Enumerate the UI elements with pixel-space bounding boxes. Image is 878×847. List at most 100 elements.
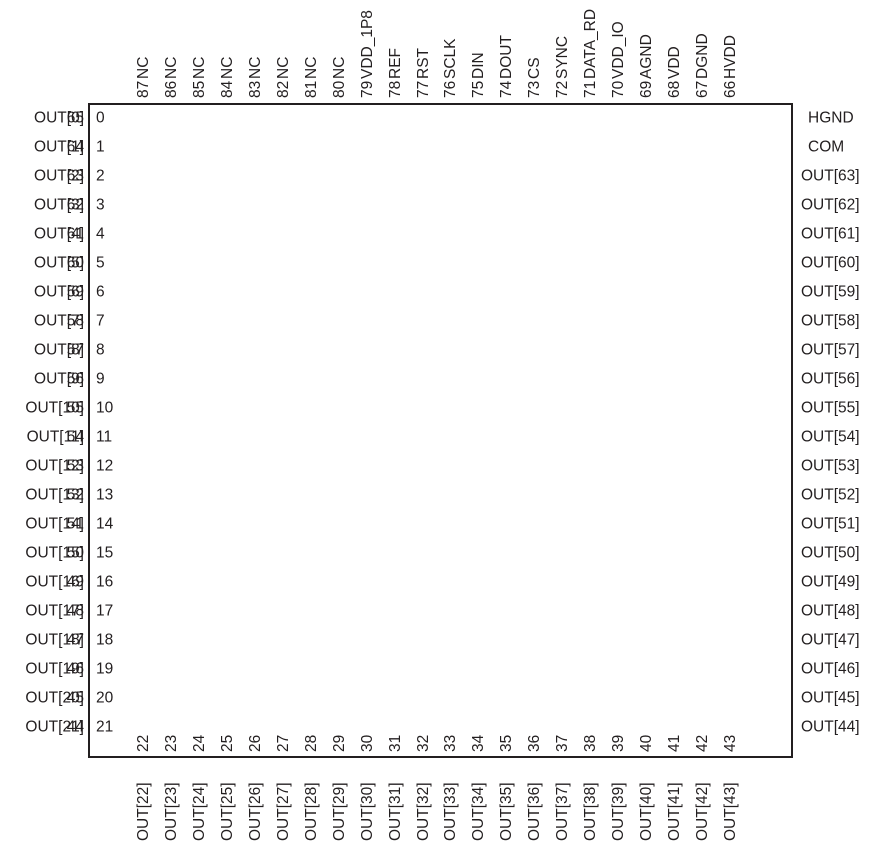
pin-number-top: 66: [721, 80, 739, 98]
pin-number-top: 76: [442, 80, 460, 98]
pin-name-top: NC: [218, 56, 236, 79]
pin-number-bottom: 24: [190, 734, 208, 752]
pin-number-left: 11: [96, 428, 113, 446]
pin-number-bottom: 27: [274, 734, 292, 752]
pin-number-left: 1: [96, 138, 105, 156]
pin-number-top: 86: [162, 80, 180, 98]
pin-number-top: 87: [135, 80, 152, 98]
pinout-diagram: OUT[0] 0 OUT[1] 1 OUT[2] 2 OUT[3] 3 OUT[4] 4 OUT[5…: [0, 0, 878, 847]
pin-name-top: CS: [526, 57, 544, 79]
pin-name-right: COM: [808, 138, 845, 156]
pin-number-bottom: 40: [638, 734, 656, 752]
pin-number-right: 59: [66, 283, 84, 301]
pin-name-right: OUT[61]: [801, 225, 860, 243]
pin-number-right: 56: [66, 370, 84, 388]
pin-number-left: 20: [96, 689, 114, 707]
pin-name-right: OUT[55]: [801, 399, 860, 417]
pin-number-left: 19: [96, 660, 114, 678]
pin-name-bottom: OUT[34]: [470, 782, 488, 841]
pin-number-right: 57: [66, 341, 84, 359]
pin-name-right: OUT[45]: [801, 689, 860, 707]
pin-number-right: 54: [66, 428, 84, 446]
pin-number-right: 58: [66, 312, 84, 330]
pin-number-left: 6: [96, 283, 105, 301]
pin-name-right: OUT[48]: [801, 602, 860, 620]
pin-name-right: OUT[63]: [801, 167, 860, 185]
pin-number-bottom: 37: [554, 734, 572, 752]
pin-name-bottom: OUT[31]: [386, 782, 404, 841]
pin-name-bottom: OUT[40]: [638, 782, 656, 841]
pin-name-top: REF: [386, 48, 404, 79]
pin-number-top: 83: [246, 80, 264, 98]
pin-name-right: OUT[58]: [801, 312, 860, 330]
pin-name-top: SYNC: [554, 35, 572, 79]
pin-name-right: OUT[62]: [801, 196, 860, 214]
pin-number-bottom: 29: [330, 734, 348, 752]
pin-number-bottom: 22: [135, 734, 152, 752]
pin-number-right: 63: [66, 167, 84, 185]
pin-name-top: NC: [246, 56, 264, 79]
pin-name-bottom: OUT[25]: [218, 782, 236, 841]
pin-number-right: 45: [66, 689, 84, 707]
pin-name-bottom: OUT[33]: [442, 782, 460, 841]
pin-number-top: 77: [414, 80, 432, 98]
pin-name-right: OUT[60]: [801, 254, 860, 272]
pin-number-top: 68: [666, 80, 684, 98]
pin-number-left: 10: [96, 399, 114, 417]
pin-name-bottom: OUT[36]: [526, 782, 544, 841]
pin-number-left: 0: [96, 109, 105, 127]
pin-number-right: 52: [66, 486, 84, 504]
pin-name-right: OUT[56]: [801, 370, 860, 388]
pin-name-top: DIN: [470, 52, 488, 79]
pin-number-top: 70: [610, 80, 628, 98]
pin-number-top: 67: [694, 80, 711, 98]
pin-number-top: 84: [218, 80, 236, 98]
pin-number-left: 14: [96, 515, 114, 533]
pin-name-bottom: OUT[32]: [414, 782, 432, 841]
pin-number-left: 13: [96, 486, 114, 504]
pin-number-right: 61: [66, 225, 84, 243]
pin-number-bottom: 34: [470, 734, 488, 752]
pin-name-bottom: OUT[39]: [610, 782, 628, 841]
pin-number-right: 51: [66, 515, 84, 533]
pin-number-left: 9: [96, 370, 105, 388]
pin-number-bottom: 25: [218, 734, 236, 752]
pin-number-right: 47: [66, 631, 84, 649]
pin-name-right: OUT[54]: [801, 428, 860, 446]
pin-number-top: 79: [358, 80, 376, 98]
pin-name-bottom: OUT[41]: [666, 782, 684, 841]
pin-number-right: 48: [66, 602, 84, 620]
pin-number-right: 53: [66, 457, 84, 475]
pin-name-top: NC: [330, 56, 348, 79]
pin-name-bottom: OUT[37]: [554, 782, 572, 841]
pin-name-top: VDD: [666, 46, 684, 79]
pin-number-right: 62: [66, 196, 84, 214]
pin-name-right: OUT[46]: [801, 660, 860, 678]
chip-package-outline: [88, 103, 793, 758]
pin-name-right: OUT[57]: [801, 341, 860, 359]
pin-number-left: 12: [96, 457, 114, 475]
pin-number-left: 16: [96, 573, 114, 591]
pin-number-bottom: 26: [246, 734, 264, 752]
pin-name-bottom: OUT[42]: [694, 782, 711, 841]
pin-number-left: 7: [96, 312, 105, 330]
pin-number-bottom: 42: [694, 734, 711, 752]
pin-number-right: 60: [66, 254, 84, 272]
pin-name-bottom: OUT[23]: [162, 782, 180, 841]
pin-number-right: 44: [66, 718, 84, 736]
pin-name-right: OUT[47]: [801, 631, 860, 649]
pin-number-bottom: 30: [358, 734, 376, 752]
pin-number-top: 80: [330, 80, 348, 98]
pin-name-bottom: OUT[26]: [246, 782, 264, 841]
pin-name-top: RST: [414, 48, 432, 79]
pin-number-left: 5: [96, 254, 105, 272]
pin-name-bottom: OUT[28]: [302, 782, 320, 841]
pin-number-top: 78: [386, 80, 404, 98]
pin-name-bottom: OUT[38]: [582, 782, 600, 841]
pin-number-right: 46: [66, 660, 84, 678]
pin-name-bottom: OUT[27]: [274, 782, 292, 841]
pin-name-top: NC: [135, 56, 152, 79]
pin-name-top: NC: [274, 56, 292, 79]
pin-number-bottom: 33: [442, 734, 460, 752]
pin-name-right: OUT[50]: [801, 544, 860, 562]
